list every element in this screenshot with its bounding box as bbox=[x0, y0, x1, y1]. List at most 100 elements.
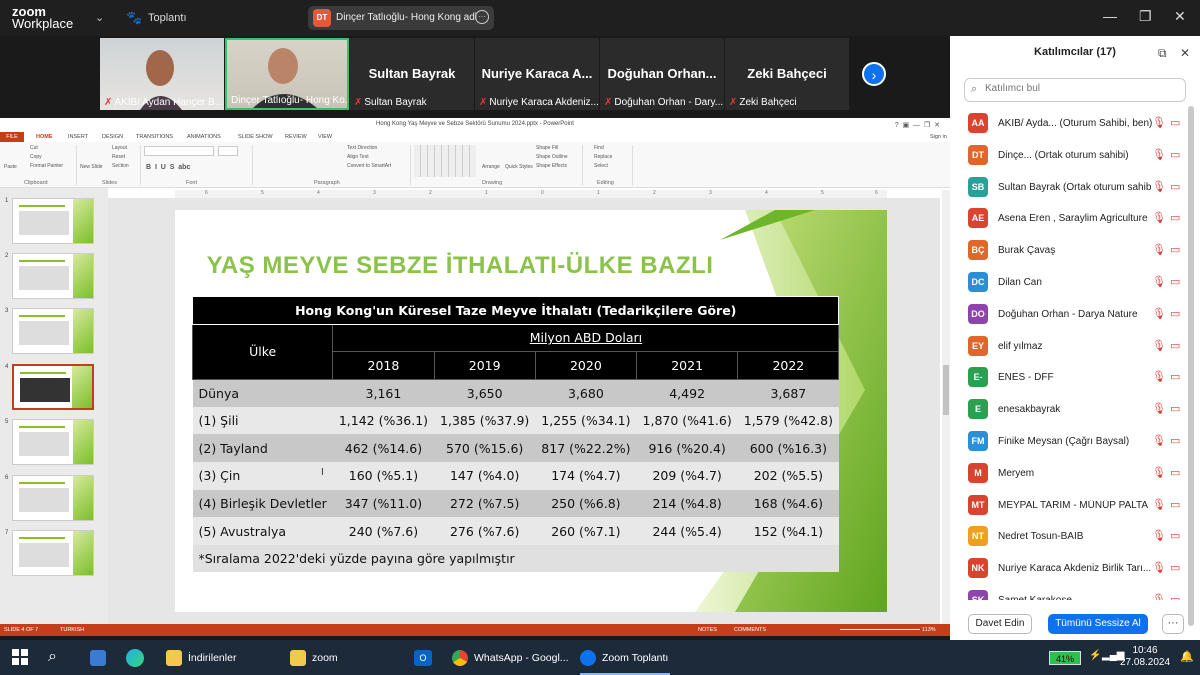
system-clock[interactable]: 10:46 27.08.2024 bbox=[1120, 645, 1170, 669]
arrange-button[interactable]: Arrange bbox=[482, 164, 500, 170]
participant-row[interactable]: DC Dilan Can 🎙 ▭ bbox=[964, 267, 1190, 299]
windows-start-icon[interactable] bbox=[12, 649, 28, 665]
align-text-button[interactable]: Align Text bbox=[347, 154, 369, 160]
participant-row[interactable]: MT MEYPAL TARIM - MÜNÜP PALTA 🎙 ▭ bbox=[964, 490, 1190, 522]
mic-muted-icon[interactable]: 🎙 bbox=[1152, 561, 1166, 574]
tab-slide-show[interactable]: SLIDE SHOW bbox=[238, 134, 273, 140]
participant-search[interactable]: ⌕ bbox=[964, 78, 1186, 102]
tab-animations[interactable]: ANIMATIONS bbox=[187, 134, 221, 140]
user-app-icon[interactable] bbox=[90, 650, 106, 666]
slide-thumbnail[interactable] bbox=[12, 253, 94, 299]
mic-muted-icon[interactable]: 🎙 bbox=[1152, 370, 1166, 383]
outlook-icon[interactable]: O bbox=[414, 650, 432, 666]
participant-row[interactable]: DO Doğuhan Orhan - Darya Nature 🎙 ▭ bbox=[964, 299, 1190, 331]
tab-design[interactable]: DESIGN bbox=[102, 134, 123, 140]
mic-muted-icon[interactable]: 🎙 bbox=[1152, 466, 1166, 479]
camera-off-icon[interactable]: ▭ bbox=[1170, 211, 1180, 224]
select-button[interactable]: Select bbox=[594, 163, 608, 169]
font-size-field[interactable] bbox=[218, 146, 238, 156]
camera-off-icon[interactable]: ▭ bbox=[1170, 529, 1180, 542]
new-slide-button[interactable]: New Slide bbox=[80, 164, 103, 170]
notes-button[interactable]: NOTES bbox=[698, 627, 717, 633]
find-button[interactable]: Find bbox=[594, 145, 604, 151]
tab-home[interactable]: HOME bbox=[36, 134, 53, 140]
language-indicator[interactable]: TURKISH bbox=[60, 627, 84, 633]
mute-all-button[interactable]: Tümünü Sessize Al bbox=[1048, 614, 1148, 634]
participant-row[interactable]: AA AKİB/ Ayda... (Oturum Sahibi, ben) 🎙 ▭ bbox=[964, 108, 1190, 140]
mic-muted-icon[interactable]: 🎙 bbox=[1152, 402, 1166, 415]
camera-off-icon[interactable]: ▭ bbox=[1170, 148, 1180, 161]
tab-view[interactable]: VIEW bbox=[318, 134, 332, 140]
invite-button[interactable]: Davet Edin bbox=[968, 614, 1032, 634]
participant-row[interactable]: EY elif yılmaz 🎙 ▭ bbox=[964, 331, 1190, 363]
mic-muted-icon[interactable]: 🎙 bbox=[1152, 180, 1166, 193]
camera-off-icon[interactable]: ▭ bbox=[1170, 593, 1180, 600]
slide[interactable]: YAŞ MEYVE SEBZE İTHALATI-ÜLKE BAZLI Hong… bbox=[175, 210, 887, 612]
taskbar-app-zoom-meeting[interactable]: Zoom Toplantı bbox=[580, 646, 668, 670]
format-painter-button[interactable]: Format Painter bbox=[30, 163, 63, 169]
camera-off-icon[interactable]: ▭ bbox=[1170, 339, 1180, 352]
taskbar-app-whatsapp[interactable]: WhatsApp - Googl... bbox=[452, 646, 569, 670]
camera-off-icon[interactable]: ▭ bbox=[1170, 116, 1180, 129]
shapes-gallery[interactable] bbox=[414, 145, 476, 177]
mic-muted-icon[interactable]: 🎙 bbox=[1152, 116, 1166, 129]
popout-icon[interactable]: ⧉ bbox=[1158, 46, 1167, 61]
share-more-icon[interactable]: ··· bbox=[475, 10, 489, 24]
slide-thumbnail[interactable] bbox=[12, 419, 94, 465]
font-format-buttons[interactable]: B I U S abc bbox=[146, 164, 190, 171]
sign-in-link[interactable]: Sign in bbox=[930, 134, 947, 140]
font-name-field[interactable] bbox=[144, 146, 214, 156]
edge-browser-icon[interactable] bbox=[126, 649, 144, 667]
close-panel-icon[interactable]: ✕ bbox=[1180, 46, 1190, 60]
section-button[interactable]: Section bbox=[112, 163, 129, 169]
notification-icon[interactable]: 🔔 bbox=[1180, 650, 1194, 663]
participant-row[interactable]: AE Asena Eren , Saraylim Agriculture 🎙 ▭ bbox=[964, 203, 1190, 235]
restore-icon[interactable]: ❐ bbox=[1139, 8, 1152, 25]
participant-row[interactable]: DT Dinçe... (Ortak oturum sahibi) 🎙 ▭ bbox=[964, 140, 1190, 172]
shape-fill-button[interactable]: Shape Fill bbox=[536, 145, 558, 151]
video-tile[interactable]: Nuriye Karaca A... ✗ Nuriye Karaca Akdeni… bbox=[475, 38, 599, 110]
camera-off-icon[interactable]: ▭ bbox=[1170, 275, 1180, 288]
ppt-window-controls[interactable]: ? ▣ — ❐ ✕ bbox=[895, 121, 940, 129]
slide-thumbnail-selected[interactable] bbox=[12, 364, 94, 410]
minimize-icon[interactable]: — bbox=[1103, 8, 1117, 24]
slide-thumbnail[interactable] bbox=[12, 198, 94, 244]
paste-button[interactable]: Paste bbox=[4, 164, 17, 170]
reset-button[interactable]: Reset bbox=[112, 154, 125, 160]
screen-share-indicator[interactable]: DT Dinçer Tatlıoğlu- Hong Kong adl ··· bbox=[308, 6, 494, 30]
mic-muted-icon[interactable]: 🎙 bbox=[1152, 529, 1166, 542]
camera-off-icon[interactable]: ▭ bbox=[1170, 243, 1180, 256]
shape-effects-button[interactable]: Shape Effects bbox=[536, 163, 567, 169]
camera-off-icon[interactable]: ▭ bbox=[1170, 402, 1180, 415]
battery-indicator[interactable]: 41% bbox=[1049, 651, 1081, 665]
mic-muted-icon[interactable]: 🎙 bbox=[1152, 211, 1166, 224]
camera-off-icon[interactable]: ▭ bbox=[1170, 307, 1180, 320]
participant-row[interactable]: NK Nuriye Karaca Akdeniz Birlik Tarı... 🎙 ▭ bbox=[964, 553, 1190, 585]
zoom-workplace-logo[interactable]: zoom Workplace bbox=[12, 5, 73, 30]
tab-file[interactable]: FILE bbox=[0, 132, 24, 142]
mic-muted-icon[interactable]: 🎙 bbox=[1152, 148, 1166, 161]
tab-insert[interactable]: INSERT bbox=[68, 134, 88, 140]
layout-button[interactable]: Layout bbox=[112, 145, 127, 151]
meeting-label[interactable]: Toplantı bbox=[148, 12, 187, 24]
mic-muted-icon[interactable]: 🎙 bbox=[1152, 307, 1166, 320]
slide-thumbnail[interactable] bbox=[12, 308, 94, 354]
slide-thumbnail[interactable] bbox=[12, 475, 94, 521]
next-page-arrow-icon[interactable]: › bbox=[862, 62, 886, 86]
copy-button[interactable]: Copy bbox=[30, 154, 42, 160]
zoom-level[interactable]: 113% bbox=[922, 627, 936, 633]
video-tile[interactable]: Zeki Bahçeci ✗ Zeki Bahçeci bbox=[725, 38, 849, 110]
convert-smartart-button[interactable]: Convert to SmartArt bbox=[347, 163, 391, 169]
zoom-slider[interactable] bbox=[840, 629, 920, 630]
participant-list-scrollbar[interactable] bbox=[1188, 106, 1194, 626]
participant-search-input[interactable] bbox=[985, 83, 1175, 94]
comments-button[interactable]: COMMENTS bbox=[734, 627, 766, 633]
participant-row[interactable]: Eenesakbayrak 🎙 ▭ bbox=[964, 394, 1190, 426]
shape-outline-button[interactable]: Shape Outline bbox=[536, 154, 568, 160]
mic-muted-icon[interactable]: 🎙 bbox=[1152, 434, 1166, 447]
video-tile[interactable]: ✗ AKİB/ Aydan Hançer B... bbox=[100, 38, 224, 110]
chevron-down-icon[interactable]: ⌄ bbox=[95, 11, 104, 24]
video-tile[interactable]: Doğuhan Orhan... ✗ Doğuhan Orhan - Dary..… bbox=[600, 38, 724, 110]
taskbar-app-downloads[interactable]: İndirilenler bbox=[166, 646, 236, 670]
participant-row[interactable]: SB Sultan Bayrak (Ortak oturum sahibi) 🎙 ▭ bbox=[964, 172, 1190, 204]
